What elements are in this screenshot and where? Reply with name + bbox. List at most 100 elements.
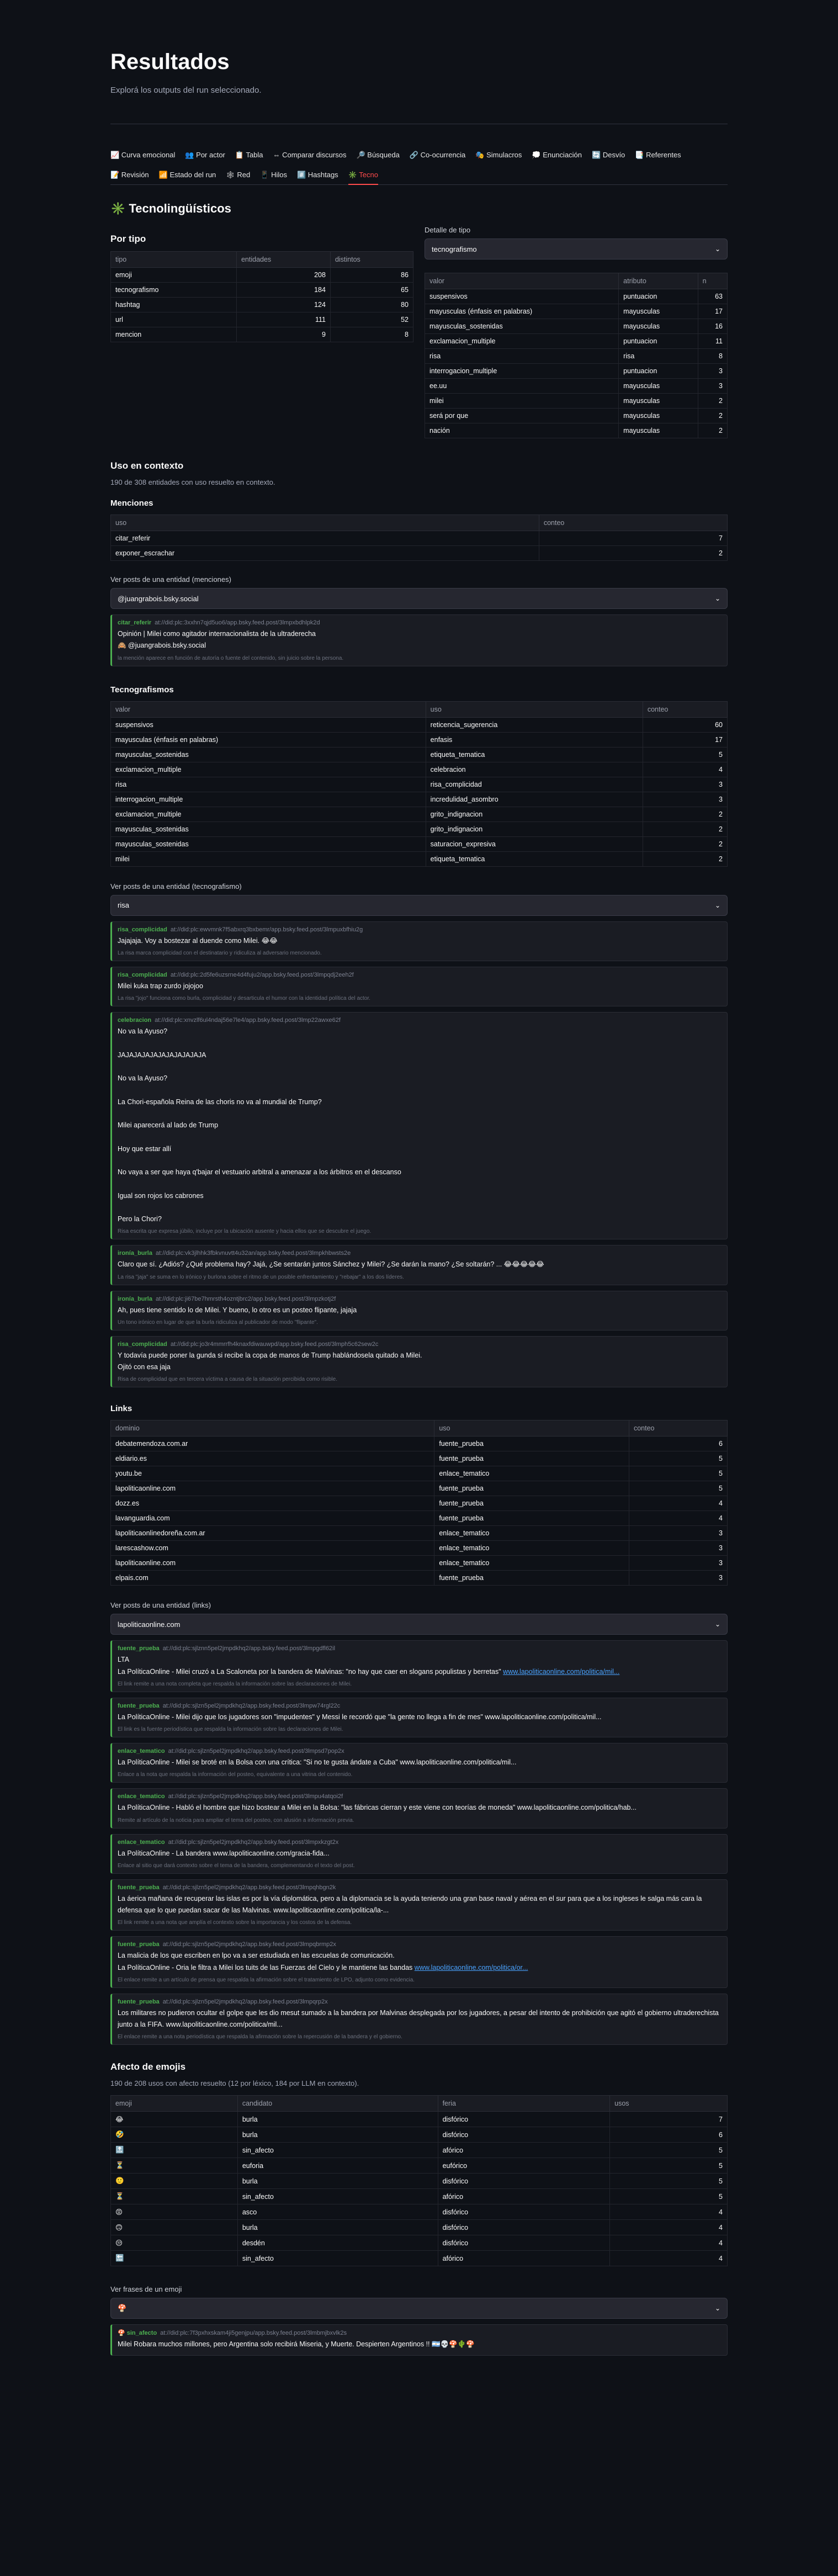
column-header[interactable]: entidades <box>236 251 331 268</box>
table-row[interactable]: larescashow.com enlace_tematico 3 <box>110 1540 728 1556</box>
table-row[interactable]: url 111 52 <box>110 312 414 327</box>
table-row[interactable]: milei mayusculas 2 <box>424 393 728 409</box>
emojis-select[interactable]: 🍄 ⌄ <box>110 2298 728 2319</box>
table-row[interactable]: citar_referir 7 <box>110 531 728 546</box>
table-row[interactable]: mayusculas (énfasis en palabras) mayuscul… <box>424 304 728 319</box>
table-row[interactable]: mencion 9 8 <box>110 327 414 342</box>
emojis-table[interactable]: emoji candidato feria usos 😂 burla disfórico 7 🤣… <box>110 2095 728 2267</box>
column-header[interactable]: conteo <box>538 515 728 531</box>
column-header[interactable]: uso <box>434 1420 629 1437</box>
table-row[interactable]: suspensivos puntuacion 63 <box>424 289 728 304</box>
column-header[interactable]: uso <box>425 701 643 718</box>
table-row[interactable]: exclamacion_multiple grito_indignacion 2 <box>110 806 728 822</box>
tab-6[interactable]: 🎭 Simulacros <box>475 147 522 165</box>
menciones-select[interactable]: @juangrabois.bsky.social ⌄ <box>110 588 728 609</box>
table-row[interactable]: emoji 208 86 <box>110 267 414 283</box>
detalle-select[interactable]: tecnografismo ⌄ <box>425 238 728 259</box>
table-cell: mayusculas_sostenidas <box>424 319 619 334</box>
post-rationale: Remite al artículo de la noticia para am… <box>118 1817 354 1824</box>
table-row[interactable]: lapoliticaonline.com enlace_tematico 3 <box>110 1555 728 1571</box>
table-row[interactable]: risa risa 8 <box>424 348 728 364</box>
column-header[interactable]: distintos <box>330 251 414 268</box>
table-row[interactable]: hashtag 124 80 <box>110 297 414 312</box>
table-row[interactable]: 🙂 burla disfórico 5 <box>110 2173 728 2190</box>
table-row[interactable]: 😂 burla disfórico 7 <box>110 2111 728 2128</box>
column-header[interactable]: valor <box>110 701 426 718</box>
table-cell: enfasis <box>425 732 643 748</box>
tab-13[interactable]: 📱 Hilos <box>260 167 287 185</box>
table-row[interactable]: ⏳ sin_afecto afórico 5 <box>110 2188 728 2205</box>
table-row[interactable]: exponer_escrachar 2 <box>110 545 728 561</box>
table-row[interactable]: 🔝 sin_afecto afórico 5 <box>110 2142 728 2159</box>
table-row[interactable]: ⏳ euforia eufórico 5 <box>110 2158 728 2174</box>
tab-7[interactable]: 💭 Enunciación <box>532 147 582 165</box>
table-row[interactable]: será por que mayusculas 2 <box>424 408 728 423</box>
column-header[interactable]: atributo <box>618 273 698 289</box>
column-header[interactable]: dominio <box>110 1420 435 1437</box>
post-link[interactable]: www.lapoliticaonline.com/politica/mil... <box>503 1668 619 1676</box>
table-row[interactable]: mayusculas (énfasis en palabras) enfasis 1… <box>110 732 728 748</box>
table-row[interactable]: mayusculas_sostenidas grito_indignacion 2 <box>110 821 728 837</box>
menciones-table[interactable]: uso conteo citar_referir 7 exponer_escrachar… <box>110 515 728 561</box>
table-row[interactable]: exclamacion_multiple celebracion 4 <box>110 761 728 777</box>
column-header[interactable]: emoji <box>110 2095 238 2112</box>
column-header[interactable]: conteo <box>642 701 728 718</box>
table-row[interactable]: mayusculas_sostenidas mayusculas 16 <box>424 319 728 334</box>
table-row[interactable]: ee.uu mayusculas 3 <box>424 378 728 394</box>
table-row[interactable]: dozz.es fuente_prueba 4 <box>110 1496 728 1512</box>
table-row[interactable]: exclamacion_multiple puntuacion 11 <box>424 333 728 349</box>
table-row[interactable]: 🙃 burla disfórico 4 <box>110 2219 728 2236</box>
tab-8[interactable]: 🔄 Desvío <box>592 147 625 165</box>
table-row[interactable]: lapoliticaonline.com fuente_prueba 5 <box>110 1481 728 1497</box>
tab-10[interactable]: 📝 Revisión <box>110 167 149 185</box>
tab-11[interactable]: 📶 Estado del run <box>159 167 216 185</box>
table-row[interactable]: lapoliticaonlinedoreña.com.ar enlace_tema… <box>110 1525 728 1541</box>
table-row[interactable]: risa risa_complicidad 3 <box>110 776 728 792</box>
table-row[interactable]: tecnografismo 184 65 <box>110 282 414 298</box>
table-row[interactable]: nación mayusculas 2 <box>424 423 728 438</box>
table-row[interactable]: eldiario.es fuente_prueba 5 <box>110 1451 728 1467</box>
table-row[interactable]: mayusculas_sostenidas etiqueta_tematica 5 <box>110 746 728 762</box>
column-header[interactable]: usos <box>609 2095 728 2112</box>
links-table[interactable]: dominio uso conteo debatemendoza.com.ar fuen… <box>110 1420 728 1586</box>
tab-14[interactable]: #️⃣ Hashtags <box>297 167 338 185</box>
column-header[interactable]: conteo <box>628 1420 728 1437</box>
column-header[interactable]: candidato <box>237 2095 438 2112</box>
table-row[interactable]: milei etiqueta_tematica 2 <box>110 851 728 867</box>
column-header[interactable]: tipo <box>110 251 237 268</box>
tab-2[interactable]: 📋 Tabla <box>235 147 263 165</box>
tab-1[interactable]: 👥 Por actor <box>185 147 225 165</box>
table-row[interactable]: lavanguardia.com fuente_prueba 4 <box>110 1510 728 1526</box>
post-uri: at://did:plc:sjlzn5pel2jmpdkhq2/app.bsky… <box>168 1793 343 1800</box>
tab-5[interactable]: 🔗 Co-ocurrencia <box>410 147 465 165</box>
detalle-table[interactable]: valor atributo n suspensivos puntuacion 63 may… <box>424 273 728 438</box>
tab-0[interactable]: 📈 Curva emocional <box>110 147 175 165</box>
column-header[interactable]: valor <box>424 273 619 289</box>
table-row[interactable]: 🔚 sin_afecto afórico 4 <box>110 2250 728 2267</box>
tab-9[interactable]: 📑 Referentes <box>635 147 681 165</box>
table-row[interactable]: elpais.com fuente_prueba 3 <box>110 1570 728 1586</box>
tab-12[interactable]: 🕸 Red <box>226 167 250 185</box>
table-row[interactable]: 😡 asco disfórico 4 <box>110 2204 728 2220</box>
table-row[interactable]: mayusculas_sostenidas saturacion_expresiv… <box>110 836 728 852</box>
tab-3[interactable]: ⇔ Comparar discursos <box>273 147 347 165</box>
column-header[interactable]: uso <box>110 515 539 531</box>
post-card: celebracion at://did:plc:xnvzlf6ul4ndaj56… <box>110 1012 728 1240</box>
links-select[interactable]: lapoliticaonline.com ⌄ <box>110 1614 728 1635</box>
table-row[interactable]: 🤣 burla disfórico 6 <box>110 2127 728 2143</box>
table-row[interactable]: debatemendoza.com.ar fuente_prueba 6 <box>110 1436 728 1452</box>
post-link[interactable]: www.lapoliticaonline.com/politica/or... <box>415 1964 528 1971</box>
por-tipo-table[interactable]: tipo entidades distintos emoji 208 86 tecnogra… <box>110 251 414 342</box>
table-row[interactable]: 😒 desdén disfórico 4 <box>110 2235 728 2251</box>
column-header[interactable]: n <box>697 273 728 289</box>
table-row[interactable]: interrogacion_multiple incredulidad_asomb… <box>110 791 728 807</box>
table-row[interactable]: interrogacion_multiple puntuacion 3 <box>424 363 728 379</box>
column-header[interactable]: feria <box>437 2095 611 2112</box>
tab-15[interactable]: ✳️ Tecno <box>348 167 378 185</box>
tecnografismos-select[interactable]: risa ⌄ <box>110 894 728 916</box>
table-row[interactable]: suspensivos reticencia_sugerencia 60 <box>110 717 728 733</box>
table-cell: 63 <box>697 289 728 304</box>
tab-4[interactable]: 🔎 Búsqueda <box>356 147 399 165</box>
tecnografismos-table[interactable]: valor uso conteo suspensivos reticencia_suge… <box>110 701 728 867</box>
table-row[interactable]: youtu.be enlace_tematico 5 <box>110 1466 728 1482</box>
